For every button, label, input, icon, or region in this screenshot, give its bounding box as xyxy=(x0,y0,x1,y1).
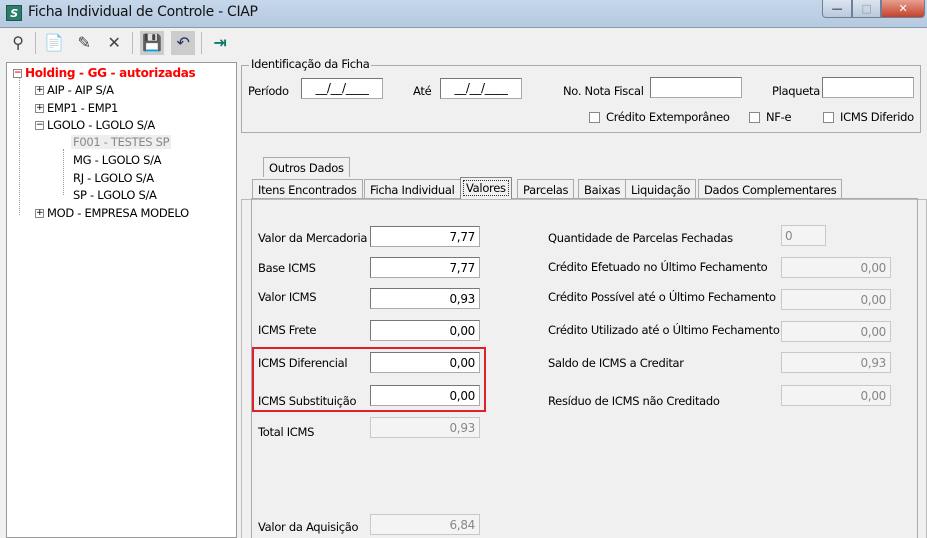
credito-utilizado-input[interactable]: 0,00 xyxy=(781,321,891,342)
tab-parcelas[interactable]: Parcelas xyxy=(517,179,575,199)
tab-outros-dados[interactable]: Outros Dados xyxy=(263,157,350,177)
collapse-icon[interactable]: − xyxy=(35,121,44,130)
credito-utilizado-label: Crédito Utilizado até o Último Fechament… xyxy=(548,323,780,337)
tree-item[interactable]: MG - LGOLO S/A xyxy=(73,153,162,167)
credito-possivel-input[interactable]: 0,00 xyxy=(781,289,891,310)
qtd-parcelas-label: Quantidade de Parcelas Fechadas xyxy=(548,231,733,245)
checkbox-label: Crédito Extemporâneo xyxy=(606,110,730,124)
nota-fiscal-input[interactable] xyxy=(650,77,742,98)
title-bar: S Ficha Individual de Controle - CIAP — … xyxy=(0,0,927,28)
ate-label: Até xyxy=(413,84,432,98)
checkbox-icon[interactable] xyxy=(823,112,834,123)
icms-frete-input[interactable]: 0,00 xyxy=(370,320,480,341)
tree-item-selected[interactable]: F001 - TESTES SP xyxy=(71,135,172,149)
expand-icon[interactable]: + xyxy=(35,104,44,113)
checkbox-icon[interactable] xyxy=(749,112,760,123)
tree-item[interactable]: + AIP - AIP S/A xyxy=(35,83,114,97)
nfe-checkbox[interactable]: NF-e xyxy=(749,110,792,124)
total-icms-label: Total ICMS xyxy=(258,425,315,439)
saldo-icms-label: Saldo de ICMS a Creditar xyxy=(548,356,684,370)
nota-fiscal-label: No. Nota Fiscal xyxy=(563,84,644,98)
tree-item[interactable]: − LGOLO - LGOLO S/A xyxy=(35,118,155,132)
base-icms-input[interactable]: 7,77 xyxy=(370,257,480,278)
exit-icon[interactable]: ⇥ xyxy=(208,31,232,55)
close-button[interactable]: ✕ xyxy=(881,0,925,18)
credito-possivel-label: Crédito Possível até o Último Fechamento xyxy=(548,290,776,304)
group-legend: Identificação da Ficha xyxy=(249,57,372,71)
tab-ficha-individual[interactable]: Ficha Individual xyxy=(364,179,461,199)
tree-item[interactable]: SP - LGOLO S/A xyxy=(73,188,157,202)
residuo-icms-label: Resíduo de ICMS não Creditado xyxy=(548,394,720,408)
credito-extemporaneo-checkbox[interactable]: Crédito Extemporâneo xyxy=(589,110,730,124)
tree-item[interactable]: RJ - LGOLO S/A xyxy=(73,171,154,185)
checkbox-label: NF-e xyxy=(766,110,792,124)
tab-liquidacao[interactable]: Liquidação xyxy=(625,179,697,199)
plaqueta-input[interactable] xyxy=(822,77,914,98)
valor-mercadoria-input[interactable]: 7,77 xyxy=(370,226,480,247)
undo-icon[interactable]: ↶ xyxy=(171,31,195,55)
valor-mercadoria-label: Valor da Mercadoria xyxy=(258,231,368,245)
tree-item-label: MOD - EMPRESA MODELO xyxy=(47,206,189,220)
window-title: Ficha Individual de Controle - CIAP xyxy=(28,4,258,20)
tree-item-label: LGOLO - LGOLO S/A xyxy=(47,118,155,132)
toolbar-separator xyxy=(132,32,133,54)
valor-icms-label: Valor ICMS xyxy=(258,290,317,304)
credito-efetuado-label: Crédito Efetuado no Último Fechamento xyxy=(548,260,768,274)
base-icms-label: Base ICMS xyxy=(258,261,316,275)
tree-item-label: EMP1 - EMP1 xyxy=(47,101,119,115)
tree-item[interactable]: + EMP1 - EMP1 xyxy=(35,101,118,115)
qtd-parcelas-input[interactable]: 0 xyxy=(781,225,826,246)
app-icon: S xyxy=(6,5,22,21)
valor-aquisicao-label: Valor da Aquisição xyxy=(258,520,359,534)
periodo-label: Período xyxy=(248,84,289,98)
tree-root-label: Holding - GG - autorizadas xyxy=(25,66,196,80)
tree-item[interactable]: + MOD - EMPRESA MODELO xyxy=(35,206,189,220)
highlight-box xyxy=(252,347,486,412)
tab-dados-complementares[interactable]: Dados Complementares xyxy=(698,179,843,199)
tab-baixas[interactable]: Baixas xyxy=(578,179,627,199)
total-icms-input[interactable]: 0,93 xyxy=(370,417,480,438)
company-tree[interactable]: − Holding - GG - autorizadas + AIP - AIP S… xyxy=(6,62,237,538)
toolbar-separator xyxy=(35,32,36,54)
minimize-button[interactable]: — xyxy=(822,0,852,18)
checkbox-label: ICMS Diferido xyxy=(840,110,914,124)
new-icon[interactable]: 📄 xyxy=(42,31,66,55)
credito-efetuado-input[interactable]: 0,00 xyxy=(781,257,891,278)
icms-frete-label: ICMS Frete xyxy=(258,323,317,337)
expand-icon[interactable]: + xyxy=(35,86,44,95)
saldo-icms-input[interactable]: 0,93 xyxy=(781,352,891,373)
identificacao-group xyxy=(241,65,921,133)
delete-icon[interactable]: ✕ xyxy=(102,31,126,55)
ate-input[interactable]: __/__/____ xyxy=(440,78,522,99)
toolbar-separator xyxy=(201,32,202,54)
save-icon[interactable]: 💾 xyxy=(140,31,164,55)
edit-icon[interactable]: ✎ xyxy=(72,31,96,55)
maximize-button[interactable]: □ xyxy=(852,0,881,18)
collapse-icon[interactable]: − xyxy=(13,69,22,78)
icms-diferido-checkbox[interactable]: ICMS Diferido xyxy=(823,110,914,124)
binoculars-icon[interactable]: ⚲ xyxy=(6,31,30,55)
valor-aquisicao-input[interactable]: 6,84 xyxy=(370,514,480,535)
plaqueta-label: Plaqueta xyxy=(772,84,820,98)
tab-itens-encontrados[interactable]: Itens Encontrados xyxy=(252,179,363,199)
valor-icms-input[interactable]: 0,93 xyxy=(370,288,480,309)
residuo-icms-input[interactable]: 0,00 xyxy=(781,385,891,406)
expand-icon[interactable]: + xyxy=(35,209,44,218)
checkbox-icon[interactable] xyxy=(589,112,600,123)
tree-item-label: AIP - AIP S/A xyxy=(47,83,114,97)
tree-root[interactable]: − Holding - GG - autorizadas xyxy=(13,66,196,80)
periodo-input[interactable]: __/__/____ xyxy=(301,78,383,99)
toolbar: ⚲ 📄 ✎ ✕ 💾 ↶ ⇥ xyxy=(0,29,927,59)
tab-valores[interactable]: Valores xyxy=(460,177,512,199)
